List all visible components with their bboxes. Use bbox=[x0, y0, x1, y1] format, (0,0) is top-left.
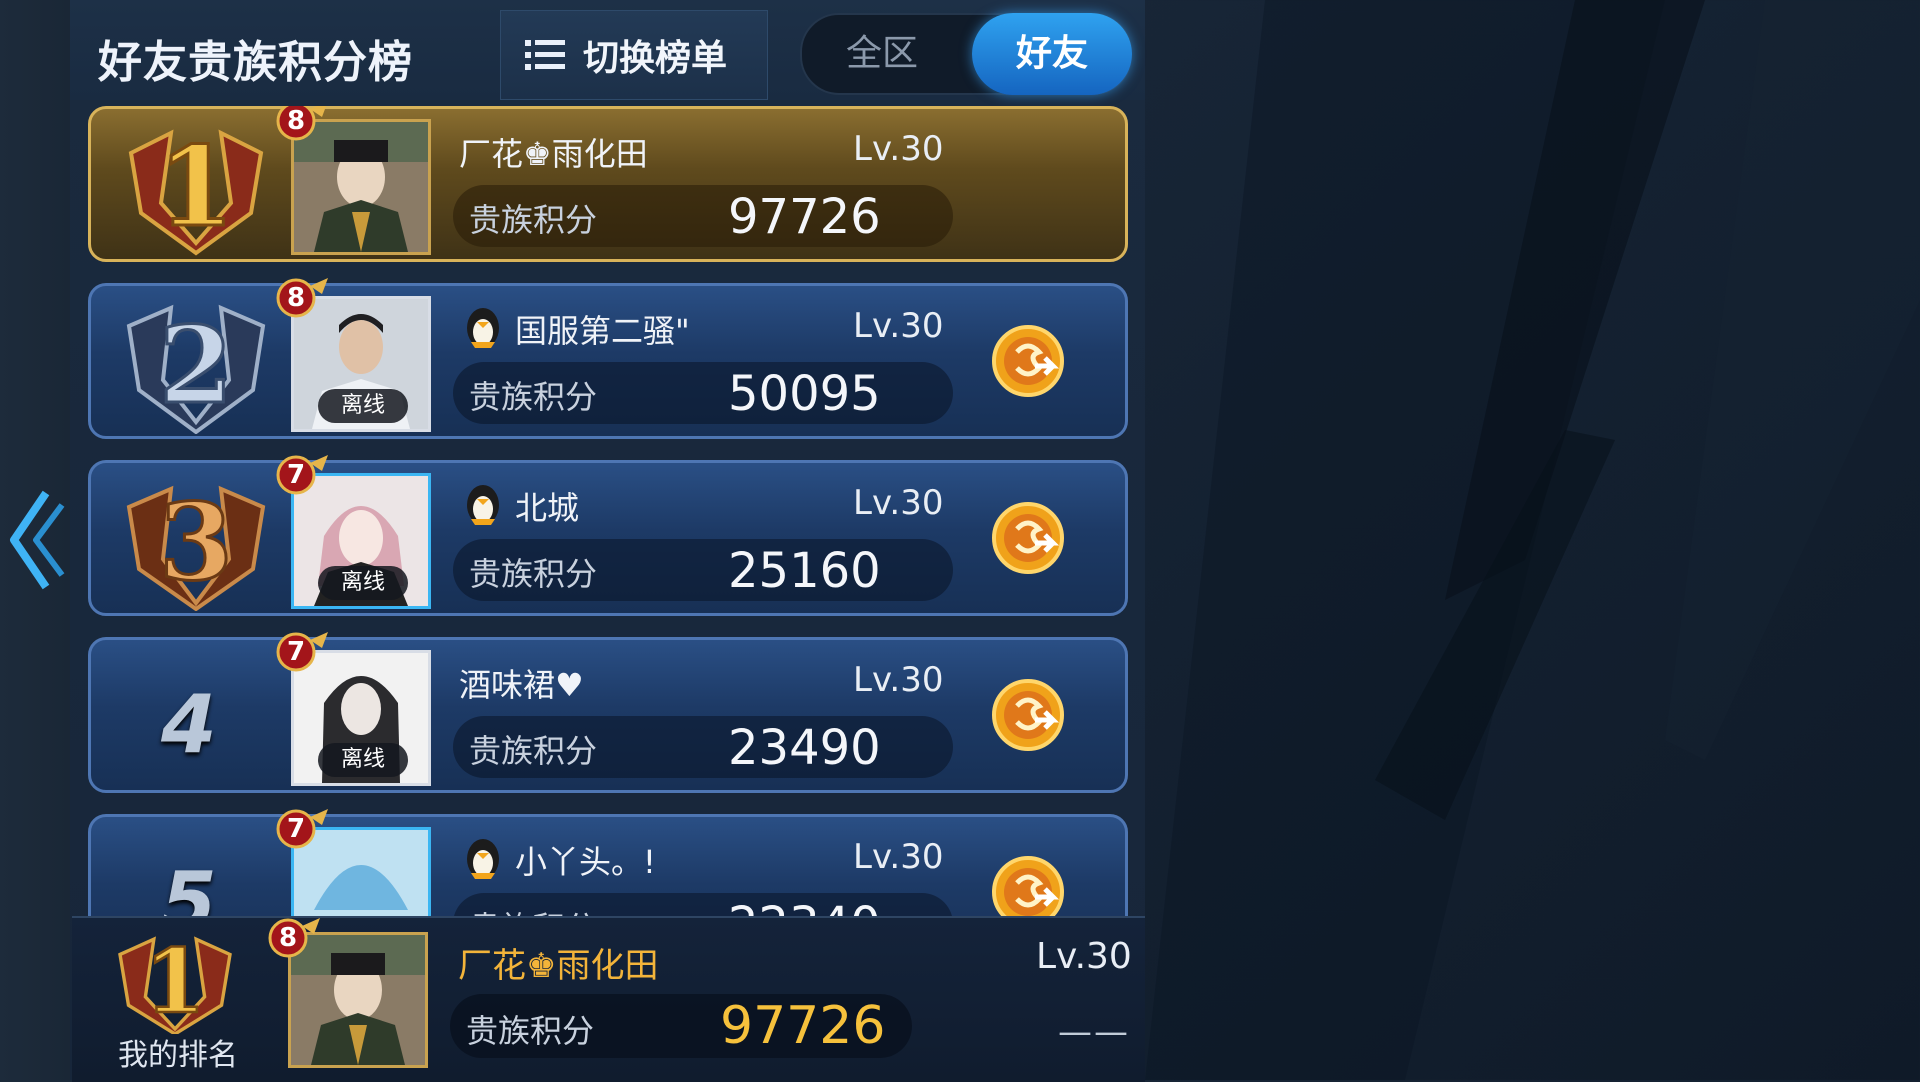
vip-badge: 7 bbox=[276, 455, 330, 505]
send-gift-coin-icon[interactable] bbox=[991, 678, 1065, 752]
score-box: 贵族积分 25160 bbox=[453, 539, 953, 601]
qq-penguin-icon bbox=[467, 485, 499, 525]
ranking-row[interactable]: 4 离线 7 酒味裙♥ Lv.30 贵族积分 23490 bbox=[88, 632, 1128, 793]
rank-2-badge-icon: 2 bbox=[126, 301, 266, 434]
rank-number: 4 bbox=[161, 678, 217, 771]
scope-toggle: 全区 好友 bbox=[800, 13, 1132, 95]
tab-all-region[interactable]: 全区 bbox=[802, 15, 962, 93]
my-gift-placeholder: —— bbox=[1058, 1012, 1130, 1052]
list-icon bbox=[525, 40, 565, 70]
player-level: Lv.30 bbox=[853, 306, 944, 346]
offline-tag: 离线 bbox=[318, 389, 408, 423]
vip-level: 8 bbox=[278, 923, 298, 953]
player-level: Lv.30 bbox=[853, 483, 944, 523]
my-player-level: Lv.30 bbox=[1036, 936, 1132, 977]
my-rank-label: 我的排名 bbox=[118, 1038, 238, 1073]
tab-friends[interactable]: 好友 bbox=[972, 13, 1132, 95]
player-level: Lv.30 bbox=[853, 129, 944, 169]
vip-badge: 7 bbox=[276, 632, 330, 682]
rank-1-badge-icon: 1 bbox=[128, 121, 264, 256]
score-value: 23490 bbox=[728, 720, 881, 776]
ranking-row[interactable]: 1 8 厂花♚雨化田 Lv.30 贵族积分 97726 bbox=[88, 106, 1128, 262]
send-gift-coin-icon[interactable] bbox=[991, 855, 1065, 916]
my-score-label: 贵族积分 bbox=[466, 1012, 595, 1050]
vip-level: 7 bbox=[286, 814, 306, 844]
page-title: 好友贵族积分榜 bbox=[98, 37, 413, 88]
score-value: 97726 bbox=[728, 189, 881, 245]
ranking-row[interactable]: 5 7 小丫头。! Lv.30 贵族积分 22340 bbox=[88, 809, 1128, 916]
player-name: 小丫头。! bbox=[515, 843, 656, 881]
score-box: 贵族积分 23490 bbox=[453, 716, 953, 778]
score-label: 贵族积分 bbox=[469, 201, 598, 239]
score-value: 50095 bbox=[728, 366, 881, 422]
svg-text:1: 1 bbox=[144, 929, 205, 1033]
vip-badge: 7 bbox=[276, 809, 330, 859]
ranking-list[interactable]: 1 8 厂花♚雨化田 Lv.30 贵族积分 97726 2 离线 8 国服第二骚… bbox=[88, 106, 1130, 916]
vip-level: 7 bbox=[286, 637, 306, 667]
background-streaks bbox=[1145, 0, 1920, 1080]
player-name: 厂花♚雨化田 bbox=[459, 135, 648, 173]
score-box: 贵族积分 97726 bbox=[453, 185, 953, 247]
player-level: Lv.30 bbox=[853, 660, 944, 700]
score-label: 贵族积分 bbox=[469, 555, 598, 593]
ranking-row[interactable]: 3 离线 7 北城 Lv.30 贵族积分 25160 bbox=[88, 455, 1128, 616]
my-rank-badge-icon: 1 bbox=[118, 928, 232, 1034]
vip-level: 8 bbox=[286, 106, 306, 136]
player-name: 北城 bbox=[515, 489, 580, 527]
switch-board-button[interactable]: 切换榜单 bbox=[500, 10, 768, 100]
player-name: 国服第二骚" bbox=[515, 312, 690, 350]
offline-tag: 离线 bbox=[318, 566, 408, 600]
switch-board-label: 切换榜单 bbox=[583, 38, 728, 79]
score-value: 25160 bbox=[728, 543, 881, 599]
svg-text:3: 3 bbox=[159, 479, 233, 604]
vip-badge: 8 bbox=[276, 278, 330, 328]
score-label: 贵族积分 bbox=[469, 732, 598, 770]
rank-3-badge-icon: 3 bbox=[126, 478, 266, 611]
rank-number: 5 bbox=[161, 855, 217, 916]
player-name: 酒味裙♥ bbox=[459, 666, 584, 704]
double-chevron-left-icon bbox=[10, 490, 65, 590]
my-score-value: 97726 bbox=[720, 996, 886, 1056]
vip-level: 8 bbox=[286, 283, 306, 313]
score-value: 22340 bbox=[728, 897, 881, 916]
background-art bbox=[1145, 0, 1920, 1080]
send-gift-coin-icon[interactable] bbox=[991, 501, 1065, 575]
send-gift-coin-icon[interactable] bbox=[991, 324, 1065, 398]
score-label: 贵族积分 bbox=[469, 378, 598, 416]
vip-level: 7 bbox=[286, 460, 306, 490]
score-label: 贵族积分 bbox=[469, 903, 597, 916]
score-box: 贵族积分 22340 bbox=[453, 893, 953, 916]
qq-penguin-icon bbox=[467, 308, 499, 348]
back-button[interactable] bbox=[6, 485, 66, 595]
qq-penguin-icon bbox=[467, 839, 499, 879]
svg-text:2: 2 bbox=[159, 302, 233, 427]
player-level: Lv.30 bbox=[853, 837, 944, 877]
my-score-box: 贵族积分 97726 bbox=[450, 994, 912, 1058]
ranking-row[interactable]: 2 离线 8 国服第二骚" Lv.30 贵族积分 50095 bbox=[88, 278, 1128, 439]
score-box: 贵族积分 50095 bbox=[453, 362, 953, 424]
vip-badge: 8 bbox=[276, 106, 330, 151]
svg-text:1: 1 bbox=[158, 122, 235, 251]
offline-tag: 离线 bbox=[318, 743, 408, 777]
my-vip-badge: 8 bbox=[268, 918, 322, 968]
my-player-name: 厂花♚雨化田 bbox=[458, 946, 659, 986]
